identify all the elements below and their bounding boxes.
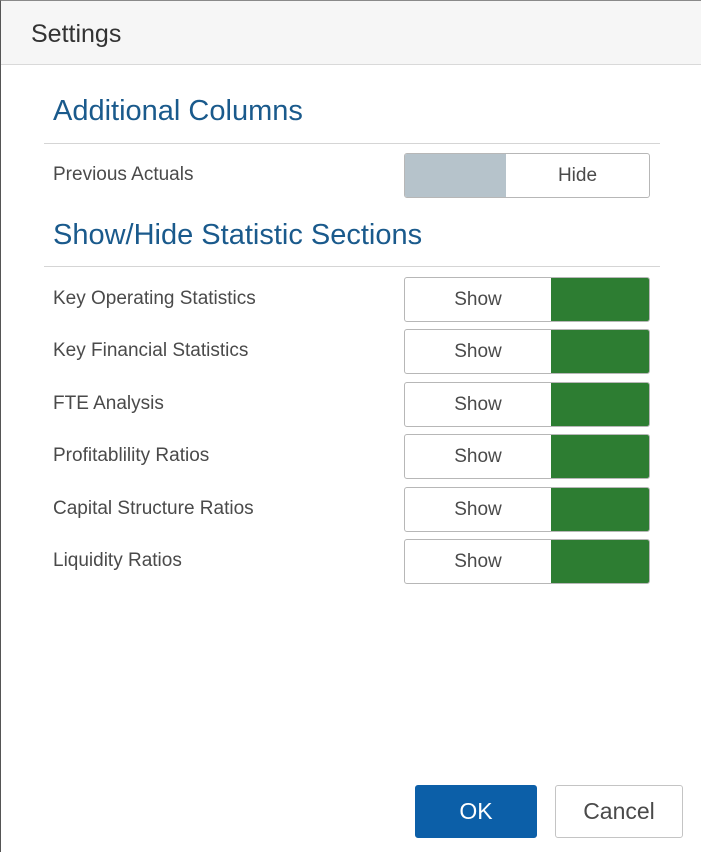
liquidity-ratios-toggle[interactable]: Show: [404, 539, 650, 584]
settings-dialog: Settings Additional Columns Previous Act…: [0, 0, 701, 852]
toggle-text: Show: [454, 288, 502, 310]
key-financial-statistics-toggle[interactable]: Show: [404, 329, 650, 374]
liquidity-ratios-label: Liquidity Ratios: [53, 550, 182, 571]
additional-columns-heading: Additional Columns: [53, 95, 303, 127]
toggle-on-fill: [551, 488, 649, 531]
cancel-button[interactable]: Cancel: [555, 785, 683, 838]
key-operating-statistics-toggle[interactable]: Show: [404, 277, 650, 322]
toggle-text: Show: [454, 445, 502, 467]
toggle-on-fill: [551, 383, 649, 426]
dialog-title: Settings: [31, 20, 122, 48]
fte-analysis-label: FTE Analysis: [53, 393, 164, 414]
previous-actuals-label: Previous Actuals: [53, 164, 194, 185]
toggle-off-fill: [405, 154, 506, 197]
statistic-sections-divider: [44, 266, 660, 267]
toggle-on-fill: [551, 540, 649, 583]
toggle-text: Show: [454, 393, 502, 415]
toggle-text: Hide: [557, 164, 598, 186]
statistic-sections-heading: Show/Hide Statistic Sections: [53, 219, 423, 251]
toggle-text: Show: [454, 550, 502, 572]
capital-structure-ratios-label: Capital Structure Ratios: [53, 498, 254, 519]
toggle-on-fill: [551, 278, 649, 321]
profitability-ratios-label: Profitablility Ratios: [53, 445, 210, 466]
dialog-titlebar: Settings: [1, 1, 701, 65]
additional-columns-divider: [44, 143, 660, 144]
fte-analysis-toggle[interactable]: Show: [404, 382, 650, 427]
capital-structure-ratios-toggle[interactable]: Show: [404, 487, 650, 532]
profitability-ratios-toggle[interactable]: Show: [404, 434, 650, 479]
toggle-text: Show: [454, 340, 502, 362]
toggle-text: Show: [454, 498, 502, 520]
previous-actuals-toggle[interactable]: Hide: [404, 153, 650, 198]
key-operating-statistics-label: Key Operating Statistics: [53, 288, 256, 309]
key-financial-statistics-label: Key Financial Statistics: [53, 340, 249, 361]
toggle-on-fill: [551, 435, 649, 478]
toggle-on-fill: [551, 330, 649, 373]
ok-button[interactable]: OK: [415, 785, 537, 838]
